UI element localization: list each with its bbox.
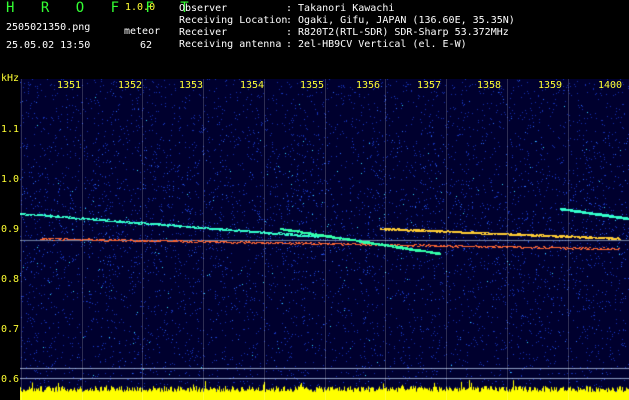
time-gridline (446, 79, 447, 400)
info-value-observer: : Takanori Kawachi (286, 3, 395, 14)
info-value-location: : Ogaki, Gifu, JAPAN (136.60E, 35.35N) (286, 15, 515, 26)
info-value-receiver: : R820T2(RTL-SDR) SDR-Sharp 53.372MHz (286, 27, 509, 38)
time-gridline (264, 79, 265, 400)
y-tick: 0.7 (1, 324, 20, 335)
info-label-receiver: Receiver (179, 27, 228, 38)
time-gridline (142, 79, 143, 400)
time-gridline (568, 79, 569, 400)
meteor-count: 62 (140, 40, 153, 51)
x-tick: 1400 (598, 80, 623, 91)
app-version: 1.0.0 (125, 2, 156, 13)
file-name: 2505021350.png (6, 22, 91, 33)
info-label-location: Receiving Location (179, 15, 288, 26)
x-tick: 1353 (179, 80, 204, 91)
x-tick: 1354 (240, 80, 265, 91)
x-tick: 1356 (356, 80, 381, 91)
meteor-label: meteor (124, 26, 161, 37)
y-tick: 0.9 (1, 224, 20, 235)
x-tick: 1358 (477, 80, 502, 91)
capture-datetime: 25.05.02 13:50 (6, 40, 91, 51)
x-tick: 1352 (118, 80, 143, 91)
x-tick: 1355 (300, 80, 325, 91)
app-title: H R O F F T (6, 0, 198, 16)
y-axis-unit: kHz (1, 73, 20, 84)
time-gridline (325, 79, 326, 400)
time-gridline (203, 79, 204, 400)
y-tick: 1.0 (1, 174, 20, 185)
y-tick: 0.6 (1, 374, 20, 385)
x-tick: 1357 (417, 80, 442, 91)
x-tick: 1359 (538, 80, 563, 91)
info-label-observer: Observer (179, 3, 228, 14)
info-value-antenna: : 2el-HB9CV Vertical (el. E-W) (286, 39, 467, 50)
time-gridline (507, 79, 508, 400)
time-gridline (385, 79, 386, 400)
y-tick: 1.1 (1, 124, 20, 135)
y-tick: 0.8 (1, 274, 20, 285)
x-tick: 1351 (57, 80, 82, 91)
time-gridline (82, 79, 83, 400)
time-gridline (21, 79, 22, 400)
info-label-antenna: Receiving antenna (179, 39, 282, 50)
